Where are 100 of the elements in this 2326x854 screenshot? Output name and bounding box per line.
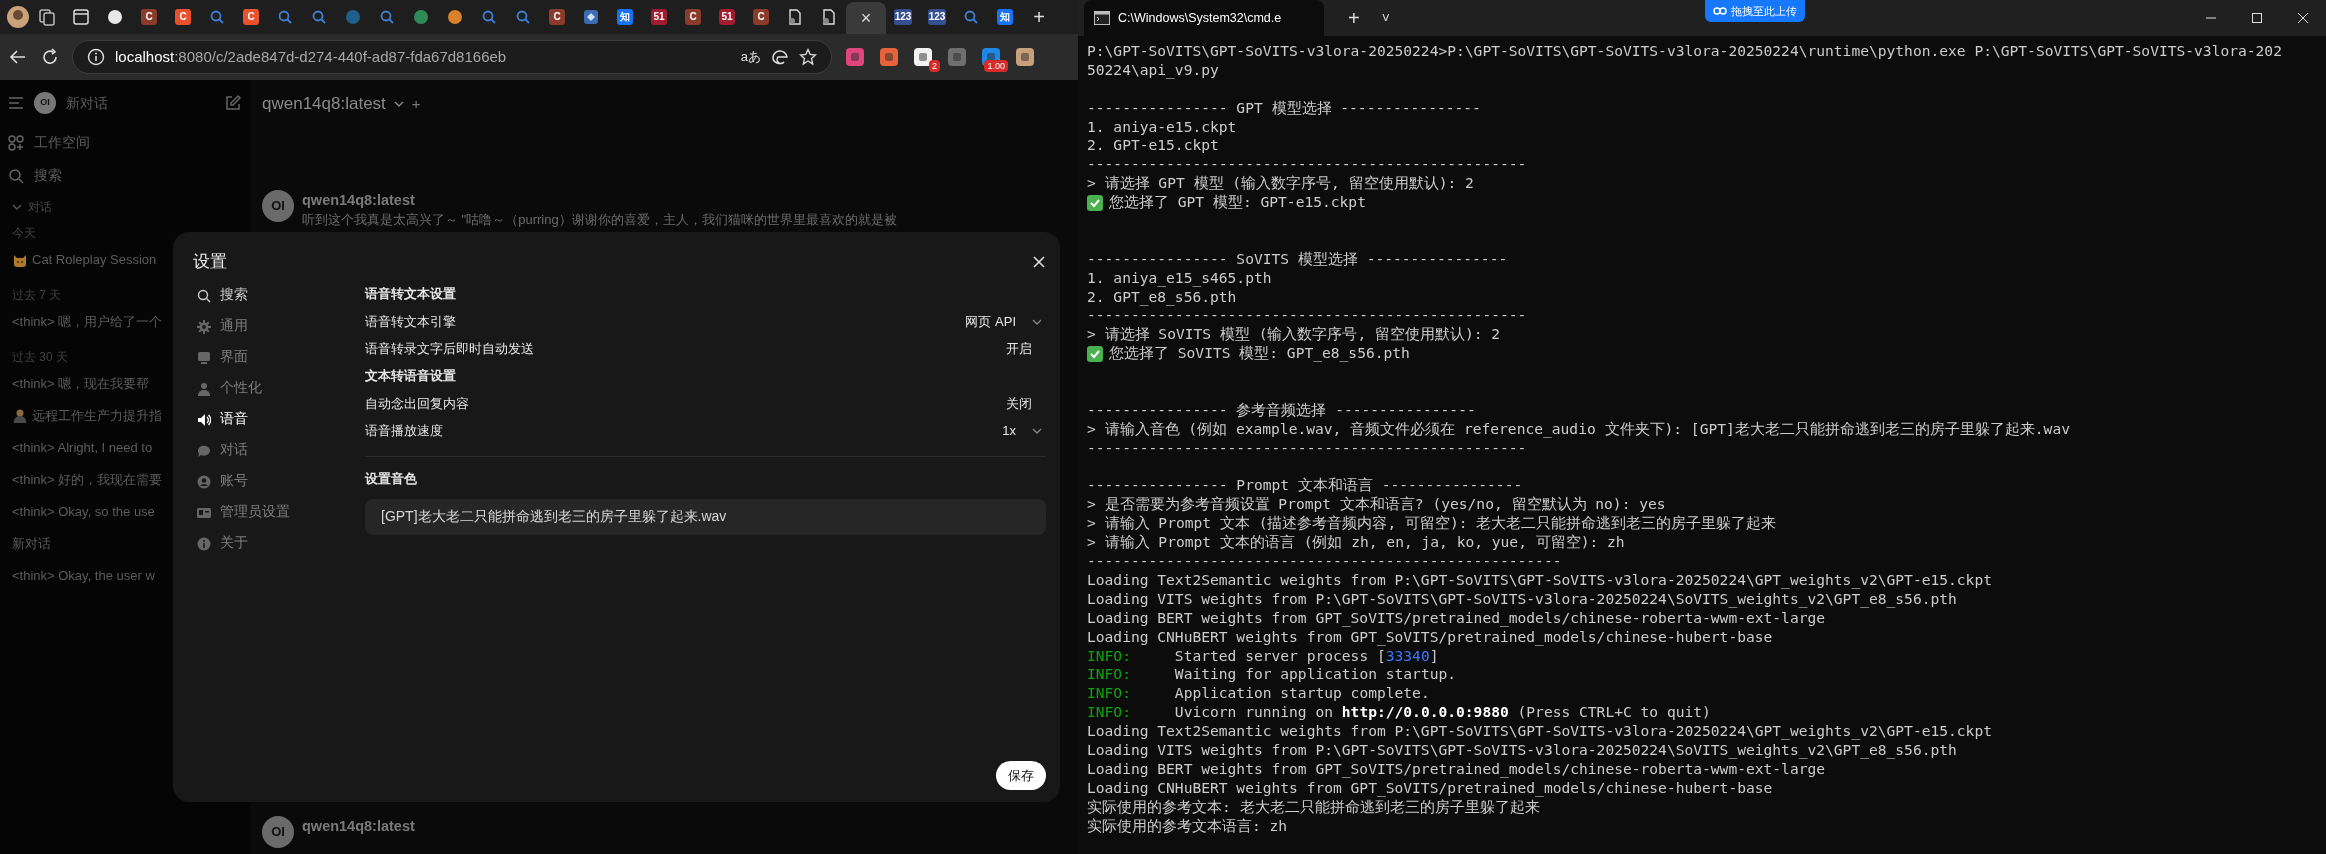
upload-widget[interactable]: 拖拽至此上传: [1705, 0, 1805, 22]
chat-history-item[interactable]: Cat Roleplay Session: [32, 250, 157, 270]
chat-history-item[interactable]: 新对话: [12, 534, 51, 554]
browser-tab[interactable]: 123: [920, 2, 954, 32]
workspace-link[interactable]: 工作空间: [34, 132, 90, 153]
dropdown-button[interactable]: ˅: [1381, 7, 1390, 29]
terminal-line: Loading BERT weights from GPT_SoVITS/pretrained_models/chinese-roberta-wwm-ext-large: [1087, 608, 1826, 628]
model-selector[interactable]: qwen14q8:latest: [262, 91, 386, 117]
read-aloud-button[interactable]: aあ: [740, 47, 761, 67]
favicon: 123: [893, 9, 913, 25]
new-chat-link[interactable]: 新对话: [66, 92, 214, 114]
favicon: C: [243, 9, 259, 25]
terminal-line: > 请输入 Prompt 文本 (描述参考音频内容, 可留空): 老大老二只能拼命逃到老三的房子里躲了起来: [1087, 514, 1777, 534]
logo: OI: [34, 92, 56, 114]
settings-tab[interactable]: 管理员设置: [193, 497, 365, 528]
favicon: 51: [719, 9, 735, 25]
settings-tab[interactable]: 语音: [193, 404, 365, 435]
terminal-line: INFO: Waiting for application startup.: [1087, 665, 1457, 685]
section-title: 设置音色: [365, 470, 418, 489]
chat-history-item[interactable]: <think> Okay, the user w: [12, 566, 155, 586]
chat-history-item[interactable]: 远程工作生产力提升指: [32, 406, 162, 426]
terminal-line: ------------------------------------------------------: [1087, 552, 1562, 571]
browser-tab[interactable]: C: [540, 2, 574, 32]
section-title: 文本转语音设置: [365, 367, 457, 386]
browser-tab[interactable]: C: [744, 2, 778, 32]
settings-tab[interactable]: 通用: [193, 311, 365, 342]
setting-label: 语音转录文字后即时自动发送: [365, 339, 534, 358]
terminal-line: Loading CNHuBERT weights from GPT_SoVITS/pretrained_models/chinese-hubert-base: [1087, 627, 1773, 647]
settings-tab[interactable]: 个性化: [193, 373, 365, 404]
settings-tab[interactable]: 界面: [193, 342, 365, 373]
badge: 2: [929, 60, 940, 72]
settings-tab[interactable]: 关于: [193, 528, 365, 559]
browser-tab[interactable]: 知: [988, 2, 1022, 32]
dropdown-value[interactable]: 网页 API: [965, 311, 1016, 332]
section-title: 语音转文本设置: [365, 285, 457, 304]
terminal-line: 1. aniya_e15_s465.pth: [1087, 268, 1272, 288]
chat-history-item[interactable]: <think> Alright, I need to: [12, 438, 153, 458]
section-label[interactable]: 对话: [28, 198, 52, 216]
browser-tab[interactable]: 123: [886, 2, 920, 32]
terminal-line: 1. aniya-e15.ckpt: [1087, 117, 1237, 137]
address-bar[interactable]: localhost:8080/c/2ade847d-d274-440f-ad87-fda67d8166eb aあ: [72, 40, 832, 74]
terminal-line: --------------------------------------------------: [1087, 155, 1527, 175]
terminal-line: P:\GPT-SoVITS\GPT-SoVITS-v3lora-20250224>P:\GPT-SoVITS\GPT-SoVITS-v3lora-20250224\runtime\python.exe P:\GPT-SoVITS\GPT-SoVITS-v3lora-202: [1087, 42, 2282, 61]
dialog-title: 设置: [193, 251, 227, 274]
avatar: OI: [262, 190, 294, 222]
terminal-line: 您选择了 SoVITS 模型: GPT_e8_s56.pth: [1109, 344, 1410, 364]
terminal-line: Loading Text2Semantic weights from P:\GPT-SoVITS\GPT-SoVITS-v3lora-20250224\GPT_weights_v2\GPT-e15.ckpt: [1087, 722, 1992, 741]
terminal-line: 实际使用的参考文本: 老大老二只能拼命逃到老三的房子里躲了起来: [1087, 797, 1540, 817]
settings-search-field[interactable]: 搜索: [220, 285, 248, 306]
terminal-line: INFO: Started server process [33340]: [1087, 646, 1439, 666]
favicon: C: [685, 9, 701, 25]
browser-tab[interactable]: C: [132, 2, 166, 32]
terminal-line: > 请选择 GPT 模型 (输入数字序号, 留空使用默认): 2: [1087, 174, 1474, 194]
terminal-line: 您选择了 GPT 模型: GPT-e15.ckpt: [1109, 193, 1366, 213]
favicon: C: [753, 9, 769, 25]
terminal-line: > 是否需要为参考音频设置 Prompt 文本和语言? (yes/no, 留空默认为 no): yes: [1087, 495, 1666, 515]
settings-tab[interactable]: 对话: [193, 435, 365, 466]
terminal-line: 2. GPT-e15.ckpt: [1087, 136, 1219, 156]
chat-history-item[interactable]: <think> Okay, so the use: [12, 502, 155, 522]
terminal-line: INFO: Application startup complete.: [1087, 684, 1430, 704]
favicon: 知: [997, 9, 1013, 25]
favicon: C: [141, 9, 157, 25]
browser-tab[interactable]: C: [676, 2, 710, 32]
browser-tab[interactable]: C: [166, 2, 200, 32]
new-tab-button[interactable]: +: [1348, 3, 1360, 33]
terminal-line: Loading BERT weights from GPT_SoVITS/pretrained_models/chinese-roberta-wwm-ext-large: [1087, 759, 1826, 779]
setting-label: 语音转文本引擎: [365, 312, 456, 331]
browser-tab[interactable]: C: [234, 2, 268, 32]
terminal-line: ---------------- GPT 模型选择 ----------------: [1087, 98, 1481, 118]
browser-tab[interactable]: ×: [846, 2, 886, 34]
toggle-button[interactable]: 关闭: [1006, 393, 1046, 414]
terminal-line: 2. GPT_e8_s56.pth: [1087, 287, 1237, 307]
settings-tab[interactable]: 账号: [193, 466, 365, 497]
voice-input-field[interactable]: [GPT]老大老二只能拼命逃到老三的房子里躲了起来.wav: [365, 499, 1046, 535]
chat-history-item[interactable]: <think> 嗯，现在我要帮: [12, 374, 150, 394]
browser-tab[interactable]: 知: [608, 2, 642, 32]
dropdown-value[interactable]: 1x: [1002, 420, 1016, 441]
terminal-line: > 请输入 Prompt 文本的语言 (例如 zh, en, ja, ko, yue, 可留空): zh: [1087, 533, 1625, 553]
terminal-line: Loading VITS weights from P:\GPT-SoVITS\GPT-SoVITS-v3lora-20250224\SoVITS_weights_v2\GPT_e8_s56.pth: [1087, 589, 1957, 609]
chat-history-item[interactable]: <think> 好的，我现在需要: [12, 470, 163, 490]
new-tab-button[interactable]: +: [1022, 2, 1056, 32]
save-button[interactable]: 保存: [996, 760, 1046, 790]
toggle-button[interactable]: 开启: [1006, 338, 1046, 359]
message-text: 听到这个我真是太高兴了～ "咕噜～（purring）谢谢你的喜爱，主人，我们猫咪的世界里最喜欢的就是被: [302, 211, 897, 229]
terminal-line: ---------------- 参考音频选择 ----------------: [1087, 400, 1476, 420]
terminal-line: > 请选择 SoVITS 模型 (输入数字序号, 留空使用默认): 2: [1087, 325, 1501, 345]
sender-name: qwen14q8:latest: [302, 817, 415, 836]
avatar: OI: [262, 816, 294, 848]
search-link[interactable]: 搜索: [34, 165, 62, 186]
badge: 1.00: [984, 60, 1008, 72]
browser-tab[interactable]: 51: [710, 2, 744, 32]
add-model-button[interactable]: +: [411, 92, 421, 116]
terminal-line: INFO: Uvicorn running on http://0.0.0.0:9880 (Press CTRL+C to quit): [1087, 703, 1711, 723]
terminal-line: 实际使用的参考文本语言: zh: [1087, 816, 1288, 836]
favicon: 知: [617, 9, 633, 25]
setting-label: 自动念出回复内容: [365, 394, 469, 413]
terminal-line: 50224\api_v9.py: [1087, 60, 1219, 80]
terminal-line: --------------------------------------------------: [1087, 306, 1527, 326]
terminal-line: Loading VITS weights from P:\GPT-SoVITS\GPT-SoVITS-v3lora-20250224\SoVITS_weights_v2\GPT_e8_s56.pth: [1087, 740, 1957, 760]
browser-tab[interactable]: 51: [642, 2, 676, 32]
